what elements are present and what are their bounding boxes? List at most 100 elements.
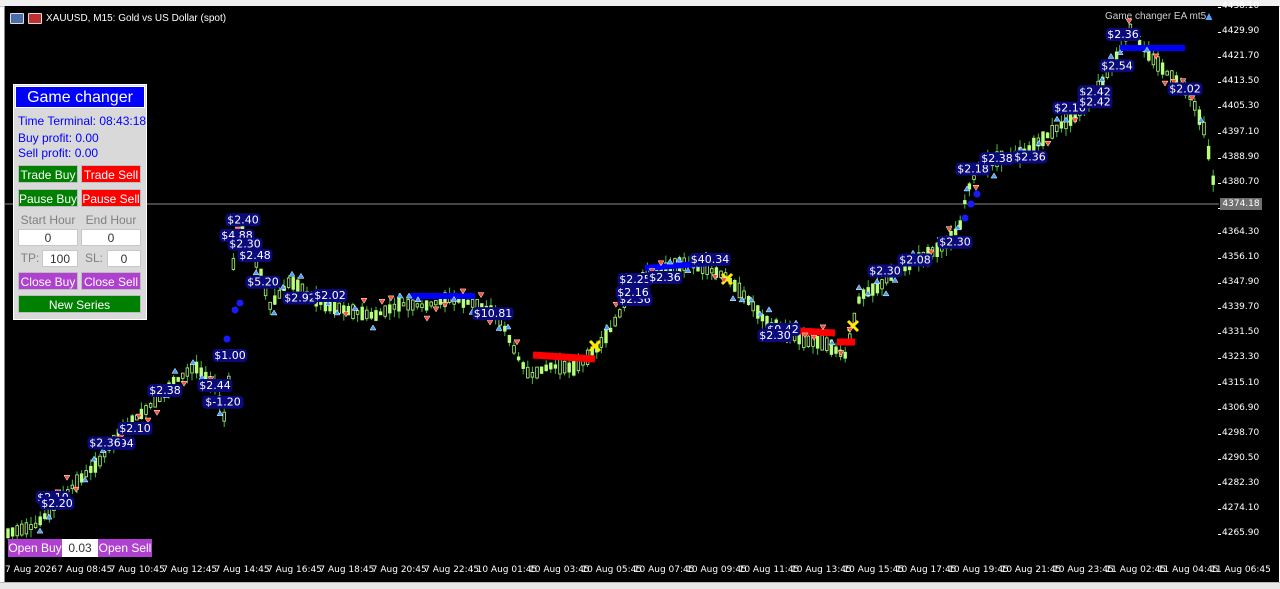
buy-arrow-icon <box>891 276 899 283</box>
price-axis: 4438.10 4429.90 4421.70 4413.50 4405.30 4397.… <box>1217 1 1278 564</box>
candle-body <box>466 299 470 305</box>
close-marker-icon <box>588 339 602 353</box>
candle-body <box>20 523 24 536</box>
sl-label: SL: <box>84 251 103 265</box>
close-sell-button[interactable]: Close Sell <box>81 272 141 290</box>
candle-body <box>332 300 337 315</box>
candle-body <box>176 377 180 382</box>
buy-arrow-icon <box>297 272 305 279</box>
candle-body <box>1050 125 1054 139</box>
current-price-label: 4374.18 <box>1220 198 1262 210</box>
candle-body <box>420 303 424 308</box>
pause-buy-button[interactable]: Pause Buy <box>18 189 78 207</box>
trade-profit-label: $2.02 <box>1169 83 1201 96</box>
time-tick: 11 Aug 06:45 <box>1210 565 1271 575</box>
candle-body <box>834 346 838 354</box>
time-tick: 7 Aug 12:45 <box>162 565 218 575</box>
trade-profit-label: $40.34 <box>691 253 730 266</box>
trade-profit-label: $2.36 <box>1107 28 1139 41</box>
candle-body <box>549 362 553 370</box>
price-chart[interactable]: $2.10$2.20$5.94$2.36$2.38$2.10$-1.20$2.4… <box>5 6 1219 562</box>
new-series-button[interactable]: New Series <box>18 295 141 313</box>
sell-arrow-icon <box>387 295 395 302</box>
trade-profit-label: $2.36 <box>1014 151 1046 164</box>
buy-arrow-icon <box>1107 52 1115 59</box>
buy-arrow-icon <box>36 527 44 534</box>
game-changer-panel: Game changer Time Terminal: 08:43:18 Buy… <box>13 84 147 320</box>
pause-sell-button[interactable]: Pause Sell <box>81 189 141 207</box>
candle-body <box>268 301 272 310</box>
price-tick: 4413.50 <box>1217 76 1260 87</box>
tp-input[interactable]: 100 <box>42 250 78 267</box>
price-tick: 4315.10 <box>1217 377 1260 388</box>
buy-dot <box>231 306 239 314</box>
candle-body <box>963 200 967 204</box>
candle-body <box>1193 101 1197 111</box>
sl-input[interactable]: 0 <box>107 250 141 267</box>
candle-body <box>871 283 875 296</box>
candle-body <box>383 305 387 317</box>
candle-body <box>742 290 746 300</box>
lot-size-input[interactable]: 0.03 <box>62 539 98 557</box>
ea-name-label: Game changer EA mt5 <box>1105 11 1207 22</box>
buy-arrow-icon <box>396 292 404 299</box>
candle-body <box>38 516 42 526</box>
candle-body <box>33 522 38 529</box>
candle-body <box>512 345 516 354</box>
time-tick: 7 Aug 16:45 <box>267 565 322 575</box>
candle-body <box>516 356 521 361</box>
candle-body <box>710 268 714 274</box>
time-tick: 7 Aug 22:45 <box>424 565 480 575</box>
close-buy-button[interactable]: Close Buy <box>18 272 78 290</box>
buy-arrow-icon <box>288 270 296 277</box>
buy-arrow-icon <box>666 258 674 265</box>
candle-body <box>24 522 29 535</box>
buy-profit-text: Buy profit: 0.00 <box>18 131 99 145</box>
candle-body <box>360 306 364 321</box>
buy-arrow-icon <box>1062 116 1070 123</box>
price-tick: 4397.10 <box>1217 126 1260 137</box>
sell-arrow-icon <box>180 381 188 387</box>
candle-body <box>544 364 548 372</box>
candle-body <box>825 337 829 351</box>
candle-body <box>1206 145 1211 160</box>
open-sell-button[interactable]: Open Sell <box>98 539 152 557</box>
chart-window[interactable]: $2.10$2.20$5.94$2.36$2.38$2.10$-1.20$2.4… <box>4 6 1279 582</box>
price-tick: 4323.30 <box>1217 352 1260 363</box>
buy-arrow-icon <box>684 267 692 273</box>
time-tick: 7 Aug 10:45 <box>109 565 165 575</box>
end-hour-input[interactable]: 0 <box>81 229 141 246</box>
open-buy-button[interactable]: Open Buy <box>8 539 62 557</box>
panel-title: Game changer <box>15 86 145 108</box>
start-hour-input[interactable]: 0 <box>18 229 78 246</box>
candle-body <box>277 289 282 299</box>
trade-profit-label: $2.36 <box>89 437 121 450</box>
candle-body <box>972 175 976 180</box>
candle-body <box>558 359 562 375</box>
trade-sell-button[interactable]: Trade Sell <box>81 165 141 183</box>
sell-arrow-icon <box>360 298 368 304</box>
buy-arrow-icon <box>765 306 773 313</box>
candle-body <box>181 372 185 379</box>
trade-profit-label: $-1.20 <box>205 396 240 409</box>
price-tick: 4339.70 <box>1217 302 1260 313</box>
candle-body <box>751 301 755 312</box>
candle-body <box>148 403 153 408</box>
price-tick: 4388.90 <box>1217 151 1260 162</box>
sell-arrow-icon <box>441 302 449 308</box>
trade-buy-button[interactable]: Trade Buy <box>18 165 78 183</box>
candle-body <box>539 366 544 374</box>
candle-body <box>411 299 415 311</box>
candle-body <box>273 295 277 305</box>
price-tick: 4380.70 <box>1217 176 1260 187</box>
time-tick: 7 Aug 14:45 <box>214 565 270 575</box>
trade-profit-label: $2.30 <box>759 329 791 342</box>
candle-body <box>98 455 102 467</box>
candle-body <box>1202 121 1206 136</box>
candle-body <box>1156 56 1160 72</box>
candle-body <box>880 279 884 290</box>
candle-body <box>222 411 226 422</box>
buy-arrow-icon <box>45 513 53 520</box>
candle-body <box>369 311 374 319</box>
chart-header: XAUUSD, M15: Gold vs US Dollar (spot) <box>10 11 226 25</box>
